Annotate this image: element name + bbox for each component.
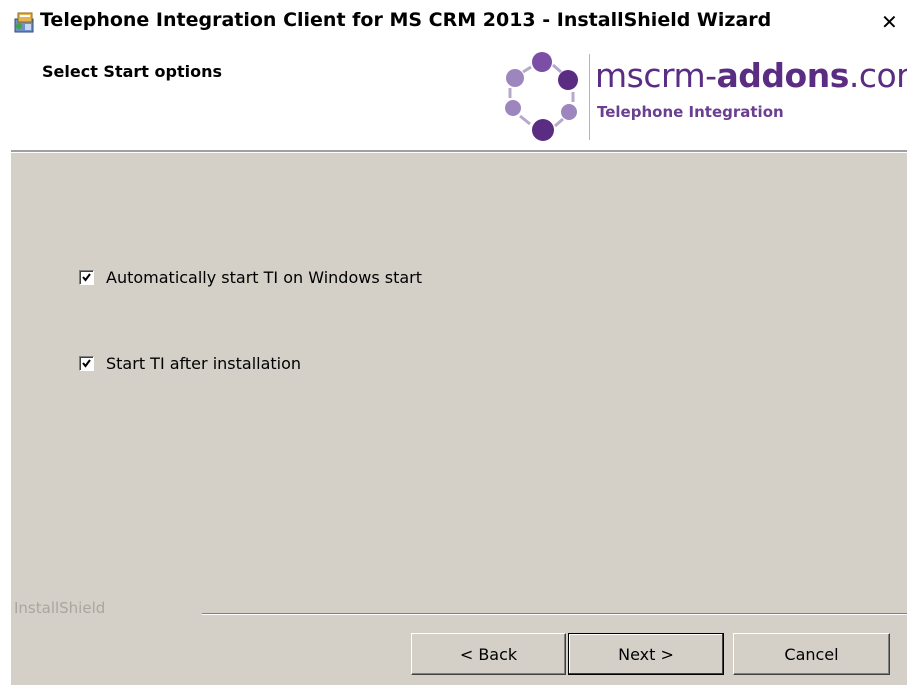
- back-button[interactable]: < Back: [411, 633, 566, 675]
- installshield-brand: InstallShield: [14, 599, 106, 617]
- start-after-install-label[interactable]: Start TI after installation: [106, 354, 301, 373]
- header-banner: Select Start options mscrm-addons.com Te…: [11, 40, 907, 150]
- footer-divider: [202, 613, 907, 615]
- banner-divider: [11, 150, 907, 153]
- option-autostart[interactable]: Automatically start TI on Windows start: [79, 266, 422, 288]
- page-title: Select Start options: [42, 62, 222, 81]
- autostart-checkbox[interactable]: [79, 269, 94, 285]
- installer-icon: [12, 10, 38, 34]
- next-button[interactable]: Next >: [568, 633, 724, 675]
- cancel-button[interactable]: Cancel: [733, 633, 890, 675]
- title-bar[interactable]: Telephone Integration Client for MS CRM …: [0, 0, 907, 40]
- autostart-label[interactable]: Automatically start TI on Windows start: [106, 268, 422, 287]
- logo-subtitle: Telephone Integration: [597, 103, 784, 121]
- option-start-after-install[interactable]: Start TI after installation: [79, 352, 301, 374]
- window-frame-edge: [0, 40, 11, 685]
- logo-separator: [589, 54, 590, 140]
- window-title: Telephone Integration Client for MS CRM …: [40, 9, 772, 31]
- close-icon[interactable]: ✕: [881, 10, 907, 34]
- mscrm-addons-logo-icon: [495, 50, 595, 146]
- start-after-install-checkbox[interactable]: [79, 355, 94, 371]
- installer-window: Telephone Integration Client for MS CRM …: [0, 0, 907, 685]
- logo-wordmark: mscrm-addons.com: [595, 56, 907, 95]
